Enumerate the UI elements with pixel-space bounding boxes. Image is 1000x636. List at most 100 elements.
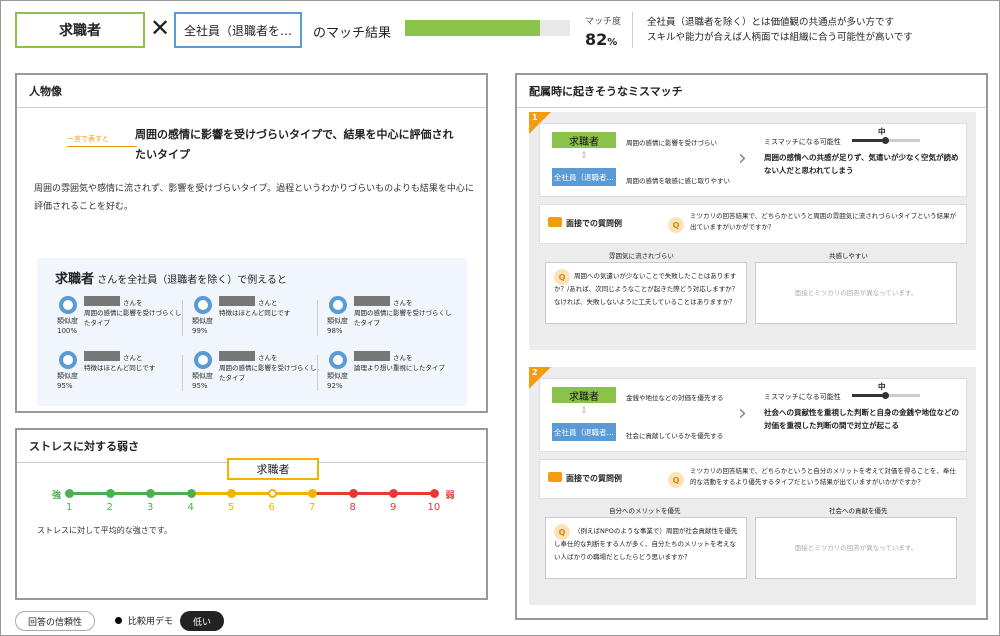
compare-box: 求職者 さんを全社員（退職者を除く）で例えると 類似度 100% さんを 周囲の感情に…: [37, 258, 467, 406]
stress-number: 9: [390, 502, 397, 513]
mismatch-card: 1 求職者 ⇕ 全社員（退職者… 周囲の感情に影響を受けづらい 周囲の感情を敏感に感じ取り…: [529, 112, 976, 350]
match-title: のマッチ結果: [313, 26, 392, 41]
possibility-knob: [882, 392, 889, 399]
answer-empty-line: 異なっています。: [866, 543, 918, 552]
persona-headline: 周囲の感情に影響を受けづらいタイプで、結果を中心に評価されたいタイプ: [135, 128, 454, 161]
answer-text: 周囲への気遣いが少ないことで失敗したことはありますか？/あれば、次同じようなこと…: [554, 272, 739, 306]
mismatch-card: 2 求職者 ⇕ 全社員（退職者… 金銭や地位などの対価を優先する 社会に貢献しているかを優…: [529, 367, 976, 605]
stress-dot: [146, 489, 155, 498]
question-label: 面接での質問例: [566, 474, 622, 483]
stress-dot: [308, 489, 317, 498]
answer-box: Q （例えばNPOのような事業で）周囲が社会貢献性を優先し奉仕的な判断をする人が多…: [545, 517, 747, 579]
redacted-name: [354, 296, 390, 306]
similarity-percent: 95%: [57, 382, 73, 390]
answer-column-label: 雰囲気に流されづらい: [609, 252, 674, 260]
seeker-trait: 周囲の感情に影響を受けづらい: [626, 139, 717, 147]
question-text: ミツカリの回答結果で、どちらかというと自分のメリットを考えて対価を得ることを、奉…: [690, 467, 956, 486]
stress-number: 10: [427, 502, 441, 513]
similarity-percent: 92%: [327, 382, 343, 390]
similarity-value: 類似度 98%: [327, 316, 348, 336]
interview-question: 面接での質問例 Q ミツカリの回答結果で、どちらかというと自分のメリットを考えて対価…: [539, 459, 967, 499]
compare-item[interactable]: 類似度 98% さんを 周囲の感情に影響を受けづらくしたタイプ: [327, 296, 457, 344]
divider: [632, 12, 633, 48]
employee-group-select[interactable]: 全社員（退職者を…: [174, 12, 302, 48]
question-label: 面接での質問例: [566, 219, 622, 228]
similarity-ring-icon: [329, 351, 347, 369]
stress-segment: [231, 492, 272, 495]
oneword-line: [67, 146, 137, 147]
updown-arrow-icon: ⇕: [580, 406, 588, 416]
compare-title: 求職者 さんを全社員（退職者を除く）で例えると: [55, 272, 287, 287]
stress-number: 4: [187, 502, 194, 513]
possibility-text: 周囲の感情への共感が足りず、気遣いが少なく空気が読めない人だと思われてしまう: [764, 153, 959, 175]
updown-arrow-icon: ⇕: [580, 151, 588, 161]
seeker-pill: 求職者: [552, 132, 616, 148]
stress-description: ストレスに対して平均的な強さです。: [37, 526, 172, 535]
separator: [317, 355, 318, 391]
similarity-value: 類似度 95%: [192, 371, 213, 391]
answer-empty-line: 面接とミツカリの回答が: [794, 288, 867, 297]
similarity-percent: 95%: [192, 382, 208, 390]
speech-bubble-icon: [548, 472, 562, 482]
stress-number: 6: [268, 502, 275, 513]
match-header: 求職者 ✕ 全社員（退職者を… のマッチ結果 マッチ度 82% 全社員（退職者を…: [0, 0, 1000, 62]
stress-number: 8: [349, 502, 356, 513]
compare-item[interactable]: 類似度 95% さんを周囲の感情に影響を受けづらくしたタイプ: [192, 351, 322, 399]
redacted-name: [354, 351, 390, 361]
stress-segment: [352, 492, 393, 495]
stress-number: 3: [147, 502, 154, 513]
stress-strong-label: 強: [52, 491, 62, 501]
stress-segment: [190, 492, 231, 495]
answer-column-label: 自分へのメリットを優先: [609, 507, 681, 515]
stress-dot: [227, 489, 236, 498]
demo-label: 比較用デモ: [128, 617, 174, 627]
similarity-value: 類似度 92%: [327, 371, 348, 391]
name-suffix: さんを: [258, 354, 278, 362]
possibility-knob: [882, 137, 889, 144]
stress-segment: [109, 492, 150, 495]
reliability-badge: 低い: [180, 611, 224, 631]
answer-empty-text: 面接とミツカリの回答が 異なっています。: [756, 263, 956, 323]
persona-panel: 人物像 一言で表すと 周囲の感情に影響を受けづらいタイプで、結果を中心に評価され…: [15, 73, 488, 413]
similarity-value: 類似度 100%: [57, 316, 78, 336]
compare-item[interactable]: 類似度 100% さんを 周囲の感情に影響を受けづらくしたタイプ: [57, 296, 187, 344]
answer-box: Q 周囲への気遣いが少ないことで失敗したことはありますか？/あれば、次同じようなこ…: [545, 262, 747, 324]
employee-trait: 周囲の感情を敏感に感じ取りやすい: [626, 177, 730, 185]
similarity-label: 類似度: [57, 317, 78, 325]
name-suffix: さんを: [393, 354, 413, 362]
similarity-ring-icon: [194, 296, 212, 314]
similarity-label: 類似度: [192, 372, 213, 380]
compare-item[interactable]: 類似度 92% さんを論理より想い重視にしたタイプ: [327, 351, 457, 399]
possibility-bar: [852, 137, 920, 144]
similarity-ring-icon: [194, 351, 212, 369]
answer-column-label: 社会への貢献を優先: [829, 507, 888, 515]
stress-number: 5: [228, 502, 235, 513]
persona-description: 周囲の雰囲気や感情に流されず、影響を受けづらいタイプ。過程というわかりづらいもの…: [34, 184, 474, 212]
stress-segment: [312, 492, 353, 495]
employee-pill: 全社員（退職者…: [552, 168, 616, 186]
similarity-label: 類似度: [57, 372, 78, 380]
answer-column-label: 共感しやすい: [829, 252, 868, 260]
reliability-button[interactable]: 回答の信頼性: [15, 611, 95, 631]
compare-text: 論理より想い重視にしたタイプ: [354, 364, 445, 372]
mismatch-title: 配属時に起きそうなミスマッチ: [517, 75, 986, 108]
employee-trait: 社会に貢献しているかを優先する: [626, 432, 724, 440]
separator: [182, 300, 183, 336]
compare-text: 特徴はほとんど同じです: [219, 309, 291, 317]
stress-number: 1: [66, 502, 73, 513]
stress-dot: [267, 489, 277, 498]
compare-item[interactable]: 類似度 95% さんと 特徴はほとんど同じです: [57, 351, 187, 399]
match-percentage: 82%: [585, 30, 618, 49]
question-text: ミツカリの回答結果で、どちらかというと周囲の雰囲気に流されづらいタイプという結果…: [690, 212, 957, 231]
mismatch-summary: 求職者 ⇕ 全社員（退職者… 金銭や地位などの対価を優先する 社会に貢献しているかを優先…: [539, 378, 967, 452]
stress-segment: [271, 492, 312, 495]
cross-icon: ✕: [150, 14, 171, 42]
similarity-label: 類似度: [327, 372, 348, 380]
compare-text: 周囲の感情に影響を受けづらくしたタイプ: [219, 364, 317, 382]
possibility-level: 中: [878, 127, 886, 136]
possibility-bar: [852, 392, 920, 399]
compare-item[interactable]: 類似度 99% さんと 特徴はほとんど同じです: [192, 296, 322, 344]
name-suffix: さんを: [393, 299, 413, 307]
q-icon: Q: [668, 217, 684, 233]
mismatch-panel: 配属時に起きそうなミスマッチ 1 求職者 ⇕ 全社員（退職者… 周囲の感情に影響を受けづ…: [515, 73, 988, 620]
